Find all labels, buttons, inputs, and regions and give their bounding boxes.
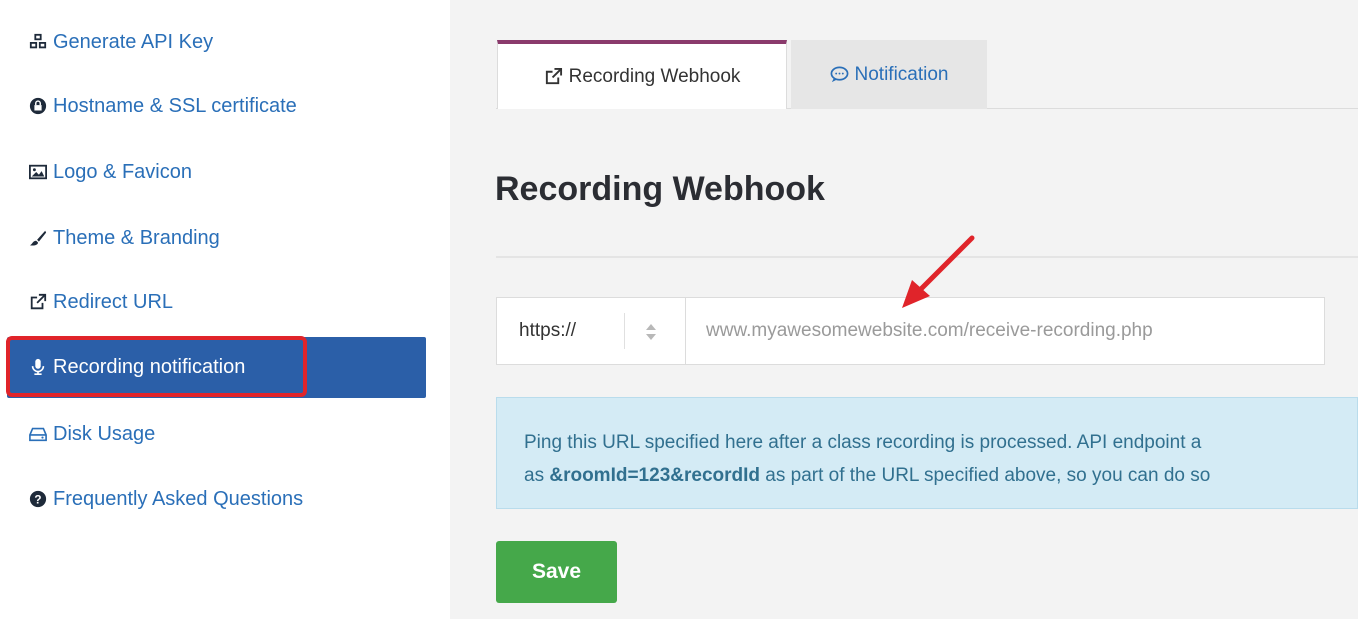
tab-label: Recording Webhook xyxy=(568,65,741,87)
lock-icon xyxy=(28,96,48,116)
sidebar-item-label: Theme & Branding xyxy=(53,226,220,249)
protocol-select[interactable]: https:// xyxy=(497,298,686,364)
info-line-1: Ping this URL specified here after a cla… xyxy=(524,432,1202,453)
sidebar-item-label: Logo & Favicon xyxy=(53,160,192,183)
svg-text:?: ? xyxy=(34,494,41,507)
page-title: Recording Webhook xyxy=(495,170,825,208)
protocol-separator xyxy=(624,313,625,349)
annotation-highlight-box xyxy=(6,336,307,397)
info-text: as xyxy=(524,465,550,486)
sidebar: Generate API Key Hostname & SSL certific… xyxy=(0,0,450,619)
sidebar-item-logo-favicon[interactable]: Logo & Favicon xyxy=(28,157,192,187)
sidebar-item-faq[interactable]: ? Frequently Asked Questions xyxy=(28,484,303,514)
comment-icon xyxy=(830,65,849,84)
info-alert: Ping this URL specified here after a cla… xyxy=(496,397,1358,509)
info-text: as part of the URL specified above, so y… xyxy=(760,465,1211,486)
external-link-icon xyxy=(28,292,48,312)
sidebar-item-label: Hostname & SSL certificate xyxy=(53,94,297,117)
info-param-code: &roomId=123&recordId xyxy=(549,465,761,486)
question-circle-icon: ? xyxy=(28,489,48,509)
sidebar-item-label: Frequently Asked Questions xyxy=(53,487,304,510)
tab-label: Notification xyxy=(854,63,949,85)
sidebar-item-label: Redirect URL xyxy=(53,290,174,313)
sidebar-item-label: Disk Usage xyxy=(53,422,156,445)
sidebar-item-generate-api-key[interactable]: Generate API Key xyxy=(28,27,213,57)
sidebar-item-disk-usage[interactable]: Disk Usage xyxy=(28,419,155,449)
annotation-arrow-icon xyxy=(902,235,975,308)
image-icon xyxy=(28,162,48,182)
sidebar-item-redirect-url[interactable]: Redirect URL xyxy=(28,287,173,317)
sidebar-item-theme-branding[interactable]: Theme & Branding xyxy=(28,223,220,253)
sidebar-item-label: Generate API Key xyxy=(53,30,214,53)
protocol-value: https:// xyxy=(519,320,577,341)
hdd-icon xyxy=(28,424,48,444)
tab-notification[interactable]: Notification xyxy=(791,40,987,109)
brush-icon xyxy=(28,228,48,248)
webhook-url-input[interactable] xyxy=(686,298,1324,364)
cubes-icon xyxy=(28,32,48,52)
save-button[interactable]: Save xyxy=(496,541,617,603)
sidebar-item-hostname-ssl[interactable]: Hostname & SSL certificate xyxy=(28,91,297,121)
external-link-icon xyxy=(544,67,563,86)
info-line-2: as &roomId=123&recordId as part of the U… xyxy=(524,459,1357,492)
tab-recording-webhook[interactable]: Recording Webhook xyxy=(497,40,787,109)
select-arrows-icon xyxy=(646,324,656,340)
